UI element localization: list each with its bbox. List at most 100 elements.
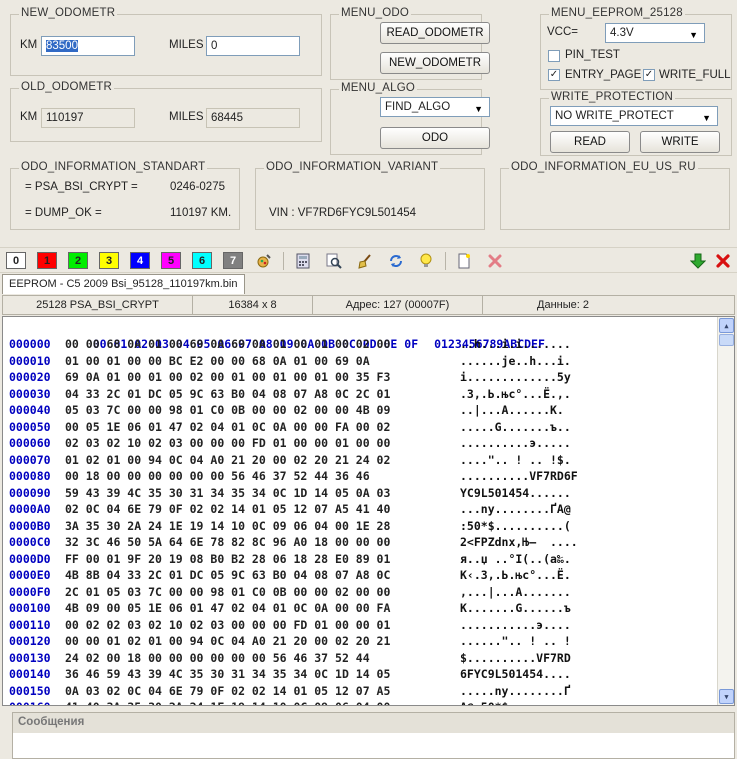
hex-row-ascii: ..|...А......K. — [460, 403, 564, 417]
hex-row-ascii: ,...|...А....... — [460, 584, 571, 599]
color-button-7[interactable]: 7 — [223, 252, 243, 269]
table-row[interactable]: 00016041 40 3A 35 30 2A 24 1E 19 14 10 0… — [9, 699, 571, 705]
hex-row-address: 000160 — [9, 699, 65, 705]
new-odometr-button[interactable]: NEW_ODOMETR — [380, 52, 490, 74]
table-row[interactable]: 000070 01 02 01 00 94 0C 04 A0 21 20 00 0… — [9, 452, 571, 468]
broom-icon[interactable] — [356, 252, 374, 270]
table-row[interactable]: 000100 4B 09 00 05 1E 06 01 47 02 04 01 0… — [9, 600, 571, 616]
color-button-0[interactable]: 0 — [6, 252, 26, 269]
download-arrow-icon[interactable] — [689, 252, 707, 270]
table-row[interactable]: 000140 36 46 59 43 39 4C 35 30 31 34 35 3… — [9, 666, 571, 682]
hex-row-bytes: 0A 03 02 0C 04 6E 79 0F 02 02 14 01 05 1… — [65, 683, 391, 698]
dump-ok-label: = DUMP_OK = — [25, 207, 102, 219]
read-odometr-button[interactable]: READ_ODOMETR — [380, 22, 490, 44]
color-button-5[interactable]: 5 — [161, 252, 181, 269]
hex-row-bytes: FF 00 01 9F 20 19 08 B0 B2 28 06 18 28 E… — [65, 551, 391, 566]
hex-row-bytes: 69 0A 01 00 01 00 02 00 01 00 01 00 01 0… — [65, 370, 391, 384]
hex-row-ascii: ..........э..... — [460, 436, 571, 450]
close-icon[interactable] — [714, 252, 732, 270]
messages-pane: Сообщения — [12, 712, 735, 759]
hex-row-address: 0000A0 — [9, 502, 51, 516]
hex-row-bytes: 00 00 68 0A 01 00 69 0A 69 0A 01 00 01 0… — [65, 337, 391, 351]
delete-icon[interactable] — [486, 252, 504, 270]
new-km-input[interactable]: 83500 — [41, 36, 135, 56]
palette-icon[interactable] — [255, 252, 273, 270]
hex-row-ascii: $..........VF7RD — [460, 650, 571, 665]
toolbar: 0 1 2 3 4 5 6 7 — [0, 247, 737, 273]
color-button-4[interactable]: 4 — [130, 252, 150, 269]
vcc-select-value: 4.3V — [610, 27, 634, 39]
menu-eeprom-title: MENU_EEPROM_25128 — [549, 7, 685, 19]
write-protect-select-value: NO WRITE_PROTECT — [555, 110, 674, 122]
odo-info-eu-group: ODO_INFORMATION_EU_US_RU — [500, 161, 730, 230]
color-button-2[interactable]: 2 — [68, 252, 88, 269]
table-row[interactable]: 000040 05 03 7C 00 00 98 01 C0 0B 00 00 0… — [9, 402, 564, 418]
table-row[interactable]: 000080 00 18 00 00 00 00 00 00 56 46 37 5… — [9, 468, 578, 484]
hex-row-address: 000140 — [9, 667, 51, 681]
table-row[interactable]: 000090 59 43 39 4C 35 30 31 34 35 34 0C 1… — [9, 485, 571, 501]
hex-row-address: 000040 — [9, 403, 51, 417]
hex-editor[interactable]: 00 01 02 03 04 05 06 07 08 09 0A 0B 0C 0… — [2, 316, 735, 706]
table-row[interactable]: 000010 01 00 01 00 00 BC E2 00 00 68 0A 0… — [9, 353, 571, 369]
hex-row-bytes: 04 33 2C 01 DC 05 9C 63 B0 04 08 07 A8 0… — [65, 386, 391, 401]
hex-header: 00 01 02 03 04 05 06 07 08 09 0A 0B 0C 0… — [9, 320, 545, 351]
odo-button[interactable]: ODO — [380, 127, 490, 149]
write-protect-select[interactable]: NO WRITE_PROTECT ▼ — [550, 106, 718, 126]
hex-row-ascii: 6FYC9L501454.... — [460, 667, 571, 681]
scroll-thumb[interactable] — [719, 334, 734, 346]
menu-eeprom-group: MENU_EEPROM_25128 VCC= 4.3V ▼ PIN_TEST ✓… — [540, 7, 732, 90]
table-row[interactable]: 000110 00 02 02 03 02 10 02 03 00 00 00 F… — [9, 617, 571, 633]
table-row[interactable]: 000130 24 02 00 18 00 00 00 00 00 00 56 4… — [9, 650, 571, 666]
write-full-checkbox[interactable]: ✓ — [643, 69, 655, 81]
menu-algo-group: MENU_ALGO FIND_ALGO ▼ ODO — [330, 82, 490, 155]
tab-eeprom-file[interactable]: EEPROM - C5 2009 Bsi_95128_110197km.bin — [2, 274, 245, 294]
hex-row-bytes: 02 0C 04 6E 79 0F 02 02 14 01 05 12 07 A… — [65, 502, 391, 516]
table-row[interactable]: 000030 04 33 2C 01 DC 05 9C 63 B0 04 08 0… — [9, 386, 571, 402]
color-button-6[interactable]: 6 — [192, 252, 212, 269]
color-button-1[interactable]: 1 — [37, 252, 57, 269]
hex-row-ascii: ..h...i.i....... — [460, 337, 571, 351]
scroll-up-button[interactable]: ▲ — [719, 318, 734, 333]
pin-test-checkbox[interactable] — [548, 50, 560, 62]
table-row[interactable]: 0000D0 FF 00 01 9F 20 19 08 B0 B2 28 06 1… — [9, 551, 571, 567]
status-address: Адрес: 127 (00007F) — [313, 296, 483, 314]
table-row[interactable]: 000060 02 03 02 10 02 03 00 00 00 FD 01 0… — [9, 435, 571, 451]
table-row[interactable]: 000150 0A 03 02 0C 04 6E 79 0F 02 02 14 0… — [9, 683, 571, 699]
entry-page-checkbox[interactable]: ✓ — [548, 69, 560, 81]
table-row[interactable]: 000000 00 00 68 0A 01 00 69 0A 69 0A 01 0… — [9, 336, 571, 352]
new-odometr-title: NEW_ODOMETR — [19, 7, 118, 19]
table-row[interactable]: 000050 00 05 1E 06 01 47 02 04 01 0C 0A 0… — [9, 419, 571, 435]
algo-select[interactable]: FIND_ALGO ▼ — [380, 97, 490, 117]
vertical-scrollbar[interactable]: ▲ ▼ — [717, 317, 734, 705]
hex-row-address: 000110 — [9, 617, 51, 632]
vcc-select[interactable]: 4.3V ▼ — [605, 23, 705, 43]
new-miles-label: MILES — [169, 39, 204, 51]
table-row[interactable]: 000020 69 0A 01 00 01 00 02 00 01 00 01 0… — [9, 369, 571, 385]
hex-row-ascii: 2<FPZdnx‚Њ– .... — [460, 535, 578, 549]
dump-ok-value: 110197 KM. — [170, 207, 232, 219]
table-row[interactable]: 0000A0 02 0C 04 6E 79 0F 02 02 14 01 05 1… — [9, 501, 571, 517]
new-file-icon[interactable] — [455, 252, 473, 270]
table-row[interactable]: 000120 00 00 01 02 01 00 94 0C 04 A0 21 2… — [9, 633, 571, 649]
table-row[interactable]: 0000B0 3A 35 30 2A 24 1E 19 14 10 0C 09 0… — [9, 518, 571, 534]
table-row[interactable]: 0000E0 4B 8B 04 33 2C 01 DC 05 9C 63 B0 0… — [9, 567, 571, 583]
read-button[interactable]: READ — [550, 131, 630, 153]
table-row[interactable]: 0000C0 32 3C 46 50 5A 64 6E 78 82 8C 96 A… — [9, 534, 578, 550]
odo-info-eu-title: ODO_INFORMATION_EU_US_RU — [509, 161, 698, 173]
new-km-label: KM — [20, 39, 38, 51]
new-miles-input[interactable]: 0 — [206, 36, 300, 56]
refresh-icon[interactable] — [387, 252, 405, 270]
chevron-down-icon: ▼ — [702, 113, 711, 123]
hex-row-bytes: 32 3C 46 50 5A 64 6E 78 82 8C 96 A0 18 0… — [65, 535, 391, 549]
scroll-down-button[interactable]: ▼ — [719, 689, 734, 704]
calculator-icon[interactable] — [294, 252, 312, 270]
odo-info-standart-group: ODO_INFORMATION_STANDART = PSA_BSI_CRYPT… — [10, 161, 240, 230]
write-button[interactable]: WRITE — [640, 131, 720, 153]
hex-row-ascii: ....".. ! .. !$. — [460, 452, 571, 467]
hex-row-ascii: K.......G......ъ — [460, 601, 571, 615]
hex-row-ascii: ..........VF7RD6F — [460, 469, 578, 483]
search-icon[interactable] — [325, 252, 343, 270]
lightbulb-icon[interactable] — [417, 252, 435, 270]
color-button-3[interactable]: 3 — [99, 252, 119, 269]
table-row[interactable]: 0000F0 2C 01 05 03 7C 00 00 98 01 C0 0B 0… — [9, 584, 571, 600]
